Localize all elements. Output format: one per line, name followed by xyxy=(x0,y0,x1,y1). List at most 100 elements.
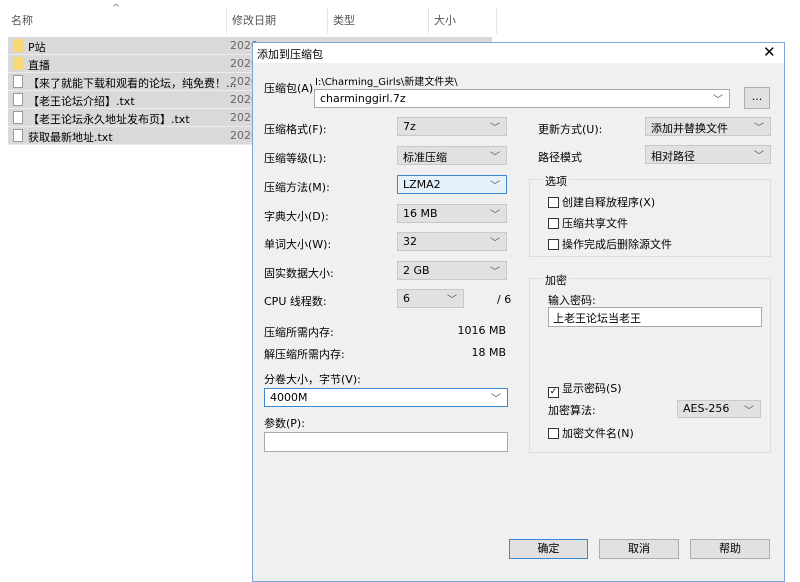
file-name: P站 xyxy=(28,41,46,54)
path-mode-label: 路径模式 xyxy=(538,151,582,164)
level-value: 标准压缩 xyxy=(403,151,447,164)
column-type[interactable]: 类型 xyxy=(333,12,355,28)
mem-decomp-label: 解压缩所需内存: xyxy=(264,348,345,361)
cpu-value: 6 xyxy=(403,292,410,305)
archive-name: charminggirl.7z xyxy=(320,92,406,105)
checkbox-icon[interactable] xyxy=(548,197,559,208)
chevron-down-icon: ﹀ xyxy=(754,151,764,162)
column-size[interactable]: 大小 xyxy=(434,12,456,28)
path-mode-select[interactable]: 相对路径 ﹀ xyxy=(645,145,771,164)
text-file-icon xyxy=(13,93,23,106)
option-label: 压缩共享文件 xyxy=(562,217,628,230)
file-name: 【来了就能下载和观看的论坛，纯免费！... xyxy=(28,77,237,90)
chevron-down-icon: ﹀ xyxy=(490,267,500,278)
browse-button[interactable]: ... xyxy=(744,87,770,109)
archive-path: I:\Charming_Girls\新建文件夹\ xyxy=(315,77,458,88)
text-file-icon xyxy=(13,111,23,124)
mem-comp-value: 1016 MB xyxy=(457,324,506,337)
solid-value: 2 GB xyxy=(403,264,430,277)
chevron-down-icon: ﹀ xyxy=(490,210,500,221)
password-label: 输入密码: xyxy=(548,294,596,307)
chevron-down-icon: ﹀ xyxy=(490,181,500,192)
update-label: 更新方式(U): xyxy=(538,123,603,136)
archive-label: 压缩包(A) xyxy=(264,82,314,95)
option-checkbox[interactable]: 创建自释放程序(X) xyxy=(548,194,655,210)
column-name[interactable]: 名称 xyxy=(11,12,33,28)
params-input[interactable] xyxy=(264,432,508,452)
folder-icon xyxy=(13,39,23,52)
option-label: 操作完成后删除源文件 xyxy=(562,238,672,251)
encrypt-names-checkbox[interactable]: 加密文件名(N) xyxy=(548,425,634,441)
level-select[interactable]: 标准压缩 ﹀ xyxy=(397,146,507,165)
add-to-archive-dialog: 添加到压缩包 ✕ 压缩包(A) I:\Charming_Girls\新建文件夹\… xyxy=(252,42,785,582)
volume-combo[interactable]: 4000M ﹀ xyxy=(264,388,508,407)
path-mode-value: 相对路径 xyxy=(651,150,695,163)
show-password-checkbox[interactable]: ✓ 显示密码(S) xyxy=(548,380,622,398)
method-value: LZMA2 xyxy=(403,178,441,191)
checkbox-icon[interactable] xyxy=(548,428,559,439)
text-file-icon xyxy=(13,129,23,142)
chevron-down-icon: ﹀ xyxy=(490,238,500,249)
dict-value: 16 MB xyxy=(403,207,438,220)
update-value: 添加并替换文件 xyxy=(651,122,728,135)
option-checkbox[interactable]: 压缩共享文件 xyxy=(548,215,628,231)
chevron-down-icon: ﹀ xyxy=(754,123,764,134)
method-label: 压缩方法(M): xyxy=(264,181,330,194)
checkbox-icon[interactable] xyxy=(548,239,559,250)
solid-select[interactable]: 2 GB ﹀ xyxy=(397,261,507,280)
checkbox-checked-icon[interactable]: ✓ xyxy=(548,387,559,398)
checkbox-icon[interactable] xyxy=(548,218,559,229)
file-name: 【老王论坛永久地址发布页】.txt xyxy=(28,113,190,126)
chevron-down-icon[interactable]: ﹀ xyxy=(491,390,501,405)
format-label: 压缩格式(F): xyxy=(264,123,327,136)
solid-label: 固实数据大小: xyxy=(264,267,334,280)
enc-method-select[interactable]: AES-256 ﹀ xyxy=(677,400,761,418)
chevron-down-icon[interactable]: ﹀ xyxy=(713,91,723,106)
mem-comp-label: 压缩所需内存: xyxy=(264,326,334,339)
column-date[interactable]: 修改日期 xyxy=(232,12,276,28)
level-label: 压缩等级(L): xyxy=(264,152,327,165)
option-label: 创建自释放程序(X) xyxy=(562,196,656,209)
encryption-title: 加密 xyxy=(543,272,569,288)
mem-decomp-value: 18 MB xyxy=(471,346,506,359)
cpu-select[interactable]: 6 ﹀ xyxy=(397,289,464,308)
volume-value: 4000M xyxy=(270,391,308,404)
word-value: 32 xyxy=(403,235,417,248)
word-label: 单词大小(W): xyxy=(264,238,332,251)
text-file-icon xyxy=(13,75,23,88)
encrypt-names-label: 加密文件名(N) xyxy=(562,427,634,440)
method-select[interactable]: LZMA2 ﹀ xyxy=(397,175,507,194)
chevron-down-icon: ﹀ xyxy=(744,406,754,417)
format-select[interactable]: 7z ﹀ xyxy=(397,117,507,136)
password-input[interactable]: 上老王论坛当老王 xyxy=(548,307,762,327)
show-password-label: 显示密码(S) xyxy=(562,382,622,395)
chevron-down-icon: ﹀ xyxy=(490,152,500,163)
dialog-title-bar: 添加到压缩包 ✕ xyxy=(253,43,784,63)
help-button[interactable]: 帮助 xyxy=(690,539,770,559)
params-label: 参数(P): xyxy=(264,417,305,430)
volume-label: 分卷大小，字节(V): xyxy=(264,373,361,386)
file-name: 直播 xyxy=(28,59,50,72)
dict-select[interactable]: 16 MB ﹀ xyxy=(397,204,507,223)
cancel-button[interactable]: 取消 xyxy=(599,539,679,559)
enc-method-value: AES-256 xyxy=(683,402,730,415)
close-icon[interactable]: ✕ xyxy=(763,43,776,61)
options-title: 选项 xyxy=(543,173,569,189)
dialog-title: 添加到压缩包 xyxy=(257,48,323,61)
sort-arrow-icon: ^ xyxy=(112,3,121,14)
word-select[interactable]: 32 ﹀ xyxy=(397,232,507,251)
chevron-down-icon: ﹀ xyxy=(447,295,457,306)
file-name: 【老王论坛介绍】.txt xyxy=(28,95,135,108)
dict-label: 字典大小(D): xyxy=(264,210,329,223)
option-checkbox[interactable]: 操作完成后删除源文件 xyxy=(548,236,672,252)
ok-button[interactable]: 确定 xyxy=(509,539,588,559)
cpu-label: CPU 线程数: xyxy=(264,295,327,308)
enc-method-label: 加密算法: xyxy=(548,404,596,417)
archive-name-combo[interactable]: charminggirl.7z ﹀ xyxy=(314,89,730,108)
format-value: 7z xyxy=(403,120,416,133)
file-name: 获取最新地址.txt xyxy=(28,131,113,144)
cpu-max: / 6 xyxy=(497,293,512,306)
chevron-down-icon: ﹀ xyxy=(490,123,500,134)
update-select[interactable]: 添加并替换文件 ﹀ xyxy=(645,117,771,136)
folder-icon xyxy=(13,57,23,70)
